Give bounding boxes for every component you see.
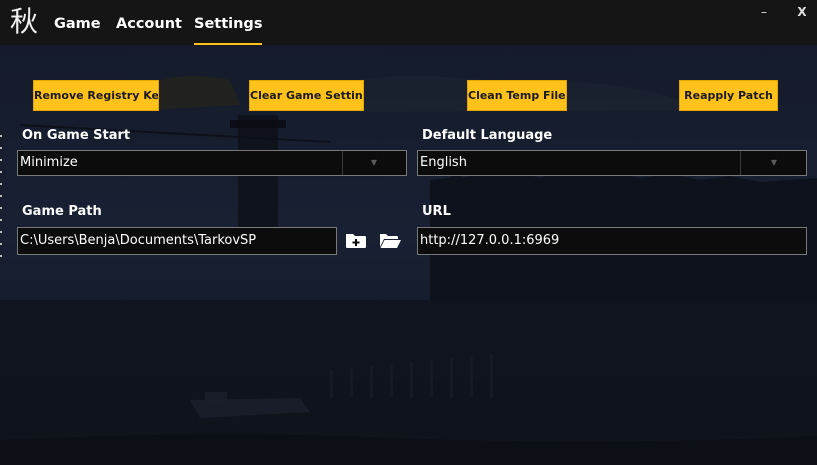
minimize-button[interactable]: – — [756, 4, 772, 20]
clean-temp-files-button[interactable]: Clean Temp Files — [467, 80, 567, 111]
select-divider — [740, 151, 741, 175]
chevron-down-icon: ▼ — [770, 158, 778, 167]
on-game-start-label: On Game Start — [22, 128, 131, 143]
tab-game[interactable]: Game — [54, 13, 101, 35]
tab-settings[interactable]: Settings — [194, 13, 263, 45]
reapply-patch-button[interactable]: Reapply Patch — [679, 80, 778, 111]
remove-registry-keys-button[interactable]: Remove Registry Keys — [33, 80, 159, 111]
on-game-start-select[interactable]: Minimize ▼ — [17, 150, 407, 176]
select-divider — [342, 151, 343, 175]
url-label: URL — [422, 204, 451, 219]
close-button[interactable]: X — [794, 4, 810, 20]
sidebar-edge — [0, 135, 2, 257]
default-language-select[interactable]: English ▼ — [417, 150, 807, 176]
default-language-label: Default Language — [422, 128, 553, 143]
clear-game-settings-button[interactable]: Clear Game Settings — [249, 80, 364, 111]
tab-account[interactable]: Account — [116, 13, 182, 35]
game-path-input[interactable]: C:\Users\Benja\Documents\TarkovSP — [17, 227, 337, 255]
game-path-label: Game Path — [22, 204, 102, 219]
app-logo: 秋 — [9, 5, 38, 38]
title-bar: 秋 Game Account Settings – X — [0, 0, 817, 45]
folder-open-icon[interactable] — [378, 230, 402, 252]
chevron-down-icon: ▼ — [370, 158, 378, 167]
folder-plus-icon[interactable] — [344, 230, 368, 252]
on-game-start-value: Minimize — [20, 155, 78, 170]
url-input[interactable]: http://127.0.0.1:6969 — [417, 227, 807, 255]
default-language-value: English — [420, 155, 467, 170]
